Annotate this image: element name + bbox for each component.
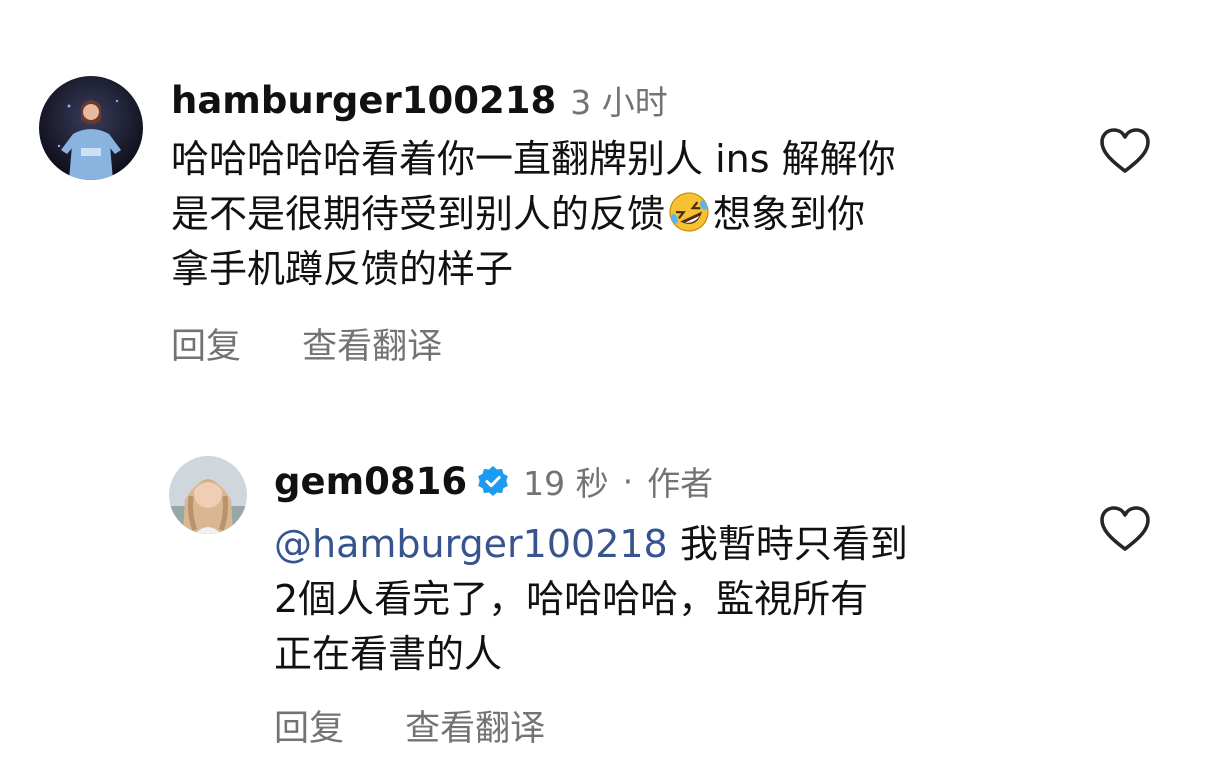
comment-text: @hamburger100218 我暫時只看到 2個人看完了，哈哈哈哈，監視所有… <box>274 517 1174 682</box>
separator-dot: · <box>622 461 634 501</box>
avatar-image <box>169 456 247 534</box>
comment-actions: 回复 查看翻译 <box>171 318 492 369</box>
heart-outline-icon <box>1100 128 1150 173</box>
avatar[interactable] <box>169 456 247 534</box>
username[interactable]: hamburger100218 <box>171 79 556 122</box>
heart-outline-icon <box>1100 506 1150 551</box>
username[interactable]: gem0816 <box>274 460 467 503</box>
comment-text: 哈哈哈哈哈看着你一直翻牌别人 ins 解解你 是不是很期待受到别人的反馈 想象到… <box>171 132 1071 297</box>
comment-line: 正在看書的人 <box>274 632 503 676</box>
comment-line-text: 我暫時只看到 <box>667 522 908 566</box>
comment-line: 拿手机蹲反馈的样子 <box>171 247 514 291</box>
comment-header: hamburger100218 3 小时 <box>171 78 668 123</box>
see-translation-button[interactable]: 查看翻译 <box>302 327 442 367</box>
avatar-image <box>39 76 143 180</box>
avatar[interactable] <box>39 76 143 180</box>
timestamp: 19 秒 <box>523 464 609 503</box>
like-button[interactable] <box>1099 127 1151 175</box>
author-tag: 作者 <box>647 464 714 503</box>
comment-actions: 回复 查看翻译 <box>274 700 595 751</box>
reply-button[interactable]: 回复 <box>171 327 241 367</box>
reply-button[interactable]: 回复 <box>274 709 344 749</box>
like-button[interactable] <box>1099 505 1151 553</box>
see-translation-button[interactable]: 查看翻译 <box>405 709 545 749</box>
timestamp: 3 小时 <box>570 83 668 122</box>
comment-line: @hamburger100218 我暫時只看到 <box>274 517 1174 572</box>
verified-badge-icon <box>477 465 509 497</box>
comment-header: gem0816 19 秒 · 作者 <box>274 459 714 504</box>
comment-line: 是不是很期待受到别人的反馈 想象到你 <box>171 187 1071 242</box>
comment-line-text: 是不是很期待受到别人的反馈 <box>171 192 666 236</box>
comment-line-text: 想象到你 <box>713 192 866 236</box>
mention-link[interactable]: @hamburger100218 <box>274 522 668 566</box>
rolling-on-the-floor-laughing-emoji <box>667 190 711 234</box>
comment-line: 2個人看完了，哈哈哈哈，監視所有 <box>274 577 869 621</box>
comment-line: 哈哈哈哈哈看着你一直翻牌别人 ins 解解你 <box>171 137 896 181</box>
